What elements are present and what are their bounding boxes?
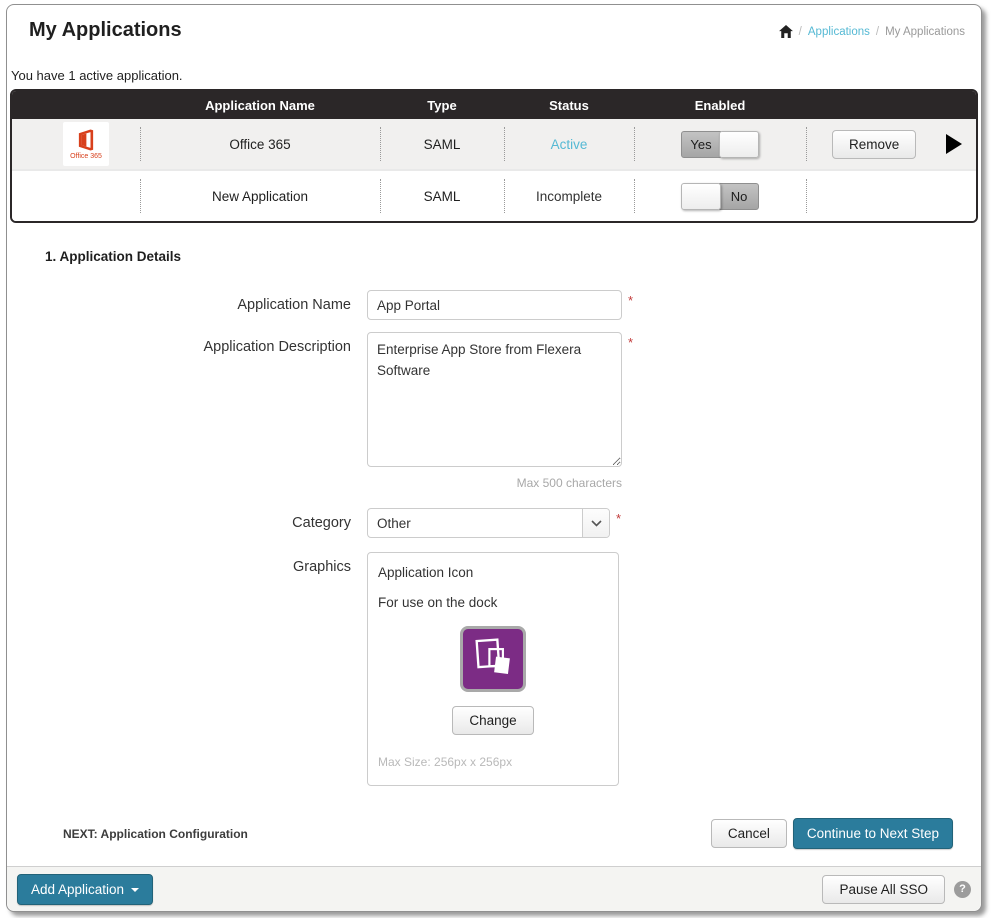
application-details-form: Application Name * Application Descripti…	[7, 290, 981, 849]
required-asterisk: *	[628, 293, 633, 308]
continue-to-next-step-button[interactable]: Continue to Next Step	[793, 818, 953, 849]
category-label: Category	[7, 508, 367, 538]
office365-icon: Office 365	[63, 122, 109, 166]
table-row-new-application[interactable]: New Application SAML Incomplete No	[12, 169, 976, 221]
application-icon-subtitle: For use on the dock	[378, 595, 608, 610]
breadcrumb-separator: /	[799, 26, 802, 38]
actions-cell	[806, 171, 976, 221]
help-icon[interactable]: ?	[954, 881, 971, 898]
page-title: My Applications	[29, 19, 182, 42]
pause-all-sso-button[interactable]: Pause All SSO	[822, 875, 945, 904]
graphics-box: Application Icon For use on the dock	[367, 552, 619, 786]
application-icon-cell	[12, 171, 140, 221]
breadcrumb-current: My Applications	[885, 26, 965, 38]
office365-icon-label: Office 365	[70, 153, 102, 160]
header-status: Status	[504, 91, 634, 119]
header-icon-spacer	[12, 91, 140, 119]
application-type: SAML	[380, 171, 504, 221]
add-application-label: Add Application	[31, 882, 124, 897]
office365-logo-glyph	[74, 128, 98, 152]
header-actions-spacer	[806, 91, 976, 119]
breadcrumb-link-applications[interactable]: Applications	[808, 26, 870, 38]
page-header: My Applications / Applications / My Appl…	[7, 5, 981, 42]
application-name-label: Application Name	[7, 290, 367, 320]
chevron-down-icon	[582, 509, 609, 537]
add-application-button[interactable]: Add Application	[17, 874, 153, 905]
application-icon-cell: Office 365	[12, 119, 140, 169]
application-name: Office 365	[140, 119, 380, 169]
table-row-office365[interactable]: Office 365 Office 365 SAML Active Yes Re…	[12, 119, 976, 169]
app-portal-icon-glyph	[466, 632, 520, 686]
application-name-input[interactable]	[367, 290, 622, 320]
application-description-row: Application Description Enterprise App S…	[7, 332, 981, 490]
expand-row-icon[interactable]	[946, 134, 962, 154]
toggle-label: Yes	[681, 131, 721, 158]
application-name-row: Application Name *	[7, 290, 981, 320]
graphics-label: Graphics	[7, 552, 367, 582]
required-asterisk: *	[628, 335, 633, 350]
application-icon-title: Application Icon	[378, 565, 608, 580]
max-size-hint: Max Size: 256px x 256px	[378, 755, 608, 769]
application-description-textarea[interactable]: Enterprise App Store from Flexera Softwa…	[367, 332, 622, 467]
form-footer: NEXT: Application Configuration Cancel C…	[63, 818, 953, 849]
change-icon-button[interactable]: Change	[452, 706, 533, 735]
category-selected-value: Other	[368, 509, 582, 537]
active-application-count: You have 1 active application.	[11, 68, 981, 83]
application-name: New Application	[140, 171, 380, 221]
section-title-application-details: 1. Application Details	[45, 249, 981, 264]
graphics-row: Graphics Application Icon For use on the…	[7, 552, 981, 786]
breadcrumb: / Applications / My Applications	[779, 25, 965, 38]
next-step-hint: NEXT: Application Configuration	[63, 827, 248, 841]
enabled-toggle-no[interactable]: No	[681, 183, 759, 210]
enabled-cell: No	[634, 171, 806, 221]
enabled-cell: Yes	[634, 119, 806, 169]
toggle-label: No	[719, 183, 759, 210]
home-icon[interactable]	[779, 25, 793, 38]
screenshot-canvas: My Applications / Applications / My Appl…	[0, 0, 996, 918]
header-type: Type	[380, 91, 504, 119]
cancel-button[interactable]: Cancel	[711, 819, 787, 848]
category-select[interactable]: Other	[367, 508, 610, 538]
application-status: Incomplete	[504, 171, 634, 221]
application-status: Active	[504, 119, 634, 169]
max-characters-hint: Max 500 characters	[367, 476, 622, 490]
table-header-row: Application Name Type Status Enabled	[12, 91, 976, 119]
applications-table: Application Name Type Status Enabled Off…	[10, 89, 978, 223]
enabled-toggle-yes[interactable]: Yes	[681, 131, 759, 158]
required-asterisk: *	[616, 511, 621, 526]
header-enabled: Enabled	[634, 91, 806, 119]
category-row: Category Other *	[7, 508, 981, 538]
remove-button[interactable]: Remove	[832, 130, 916, 159]
application-description-label: Application Description	[7, 332, 367, 362]
toggle-knob	[719, 131, 759, 158]
breadcrumb-separator: /	[876, 26, 879, 38]
application-description-field-wrap: Enterprise App Store from Flexera Softwa…	[367, 332, 622, 490]
bottom-action-bar: Add Application Pause All SSO ?	[7, 866, 981, 911]
actions-cell: Remove	[806, 119, 976, 169]
header-application-name: Application Name	[140, 91, 380, 119]
application-type: SAML	[380, 119, 504, 169]
caret-down-icon	[131, 888, 139, 892]
my-applications-page: My Applications / Applications / My Appl…	[6, 4, 982, 912]
app-portal-icon	[460, 626, 526, 692]
toggle-knob	[681, 183, 721, 210]
